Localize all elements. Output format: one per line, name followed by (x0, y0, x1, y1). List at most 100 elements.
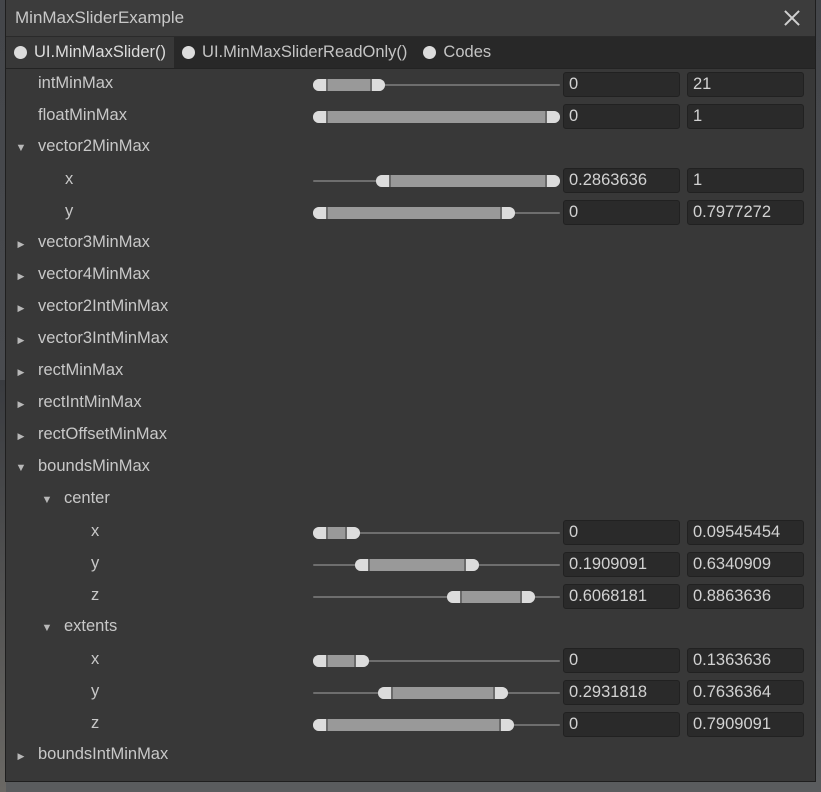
property-label[interactable]: rectMinMax (38, 361, 123, 380)
property-label[interactable]: extents (64, 617, 117, 636)
property-label[interactable]: rectOffsetMinMax (38, 425, 167, 444)
property-label[interactable]: vector2MinMax (38, 137, 150, 156)
minmax-slider[interactable] (313, 204, 560, 222)
minmax-slider[interactable] (313, 76, 560, 94)
property-row-vector2IntMinMax: ▶ vector2IntMinMax (6, 293, 815, 323)
slider-range-handle[interactable] (313, 527, 361, 539)
property-row-center-z: z 0.6068181 0.8863636 (6, 582, 815, 612)
property-row-floatMinMax: floatMinMax 0 1 (6, 102, 815, 132)
max-value-field[interactable]: 1 (687, 104, 804, 129)
property-label: y (91, 554, 100, 572)
minmax-slider[interactable] (313, 588, 560, 606)
property-label: intMinMax (38, 74, 114, 92)
max-value-field[interactable]: 0.7909091 (687, 712, 804, 737)
property-row-extents-x: x 0 0.1363636 (6, 646, 815, 676)
min-value-field[interactable]: 0 (563, 200, 680, 225)
min-value-field[interactable]: 0 (563, 104, 680, 129)
property-row-vector2-x: x 0.2863636 1 (6, 166, 815, 196)
minmax-slider[interactable] (313, 684, 560, 702)
min-value-field[interactable]: 0 (563, 72, 680, 97)
max-value-field[interactable]: 0.8863636 (687, 584, 804, 609)
foldout-collapsed-icon[interactable]: ▶ (14, 269, 28, 283)
close-icon[interactable] (779, 5, 805, 31)
foldout-expanded-icon[interactable]: ▼ (40, 493, 54, 507)
tab-label: UI.MinMaxSliderReadOnly() (202, 43, 408, 61)
property-label: x (91, 522, 100, 540)
property-label[interactable]: boundsIntMinMax (38, 745, 168, 764)
radio-icon (182, 46, 196, 59)
property-row-vector2MinMax: ▼ vector2MinMax (6, 133, 815, 163)
property-label[interactable]: vector4MinMax (38, 265, 150, 284)
min-value-field[interactable]: 0.1909091 (563, 552, 680, 577)
property-row-extents-y: y 0.2931818 0.7636364 (6, 678, 815, 708)
minmax-slider[interactable] (313, 524, 560, 542)
property-label[interactable]: vector3MinMax (38, 233, 150, 252)
foldout-expanded-icon[interactable]: ▼ (14, 461, 28, 475)
min-value-field[interactable]: 0.2863636 (563, 168, 680, 193)
property-row-center-y: y 0.1909091 0.6340909 (6, 550, 815, 580)
min-value-field[interactable]: 0 (563, 520, 680, 545)
slider-range-handle[interactable] (313, 655, 370, 667)
tab-label: UI.MinMaxSlider() (34, 43, 167, 61)
tab-codes[interactable]: Codes (415, 37, 499, 68)
property-label: x (65, 170, 74, 188)
foldout-collapsed-icon[interactable]: ▶ (14, 237, 28, 251)
tab-label: Codes (443, 43, 492, 61)
foldout-expanded-icon[interactable]: ▼ (40, 621, 54, 635)
property-row-extents-z: z 0 0.7909091 (6, 710, 815, 740)
minmax-slider[interactable] (313, 652, 560, 670)
slider-range-handle[interactable] (377, 687, 508, 699)
minmax-slider[interactable] (313, 556, 560, 574)
radio-icon (14, 46, 27, 59)
slider-range-handle[interactable] (355, 559, 480, 571)
max-value-field[interactable]: 21 (687, 72, 804, 97)
property-label[interactable]: vector3IntMinMax (38, 329, 168, 348)
slider-range-handle[interactable] (313, 207, 516, 219)
property-label: y (91, 682, 100, 700)
max-value-field[interactable]: 1 (687, 168, 804, 193)
property-label[interactable]: boundsMinMax (38, 457, 150, 476)
max-value-field[interactable]: 0.1363636 (687, 648, 804, 673)
minmax-slider[interactable] (313, 716, 560, 734)
minmax-slider[interactable] (313, 108, 560, 126)
foldout-collapsed-icon[interactable]: ▶ (14, 333, 28, 347)
slider-range-handle[interactable] (313, 719, 514, 731)
foldout-collapsed-icon[interactable]: ▶ (14, 397, 28, 411)
min-value-field[interactable]: 0.6068181 (563, 584, 680, 609)
max-value-field[interactable]: 0.09545454 (687, 520, 804, 545)
property-row-rectMinMax: ▶ rectMinMax (6, 357, 815, 387)
slider-range-handle[interactable] (313, 79, 386, 91)
property-label[interactable]: center (64, 489, 110, 508)
property-row-boundsIntMinMax: ▶ boundsIntMinMax (6, 741, 815, 771)
min-value-field[interactable]: 0 (563, 648, 680, 673)
tab-minmaxslider-readonly[interactable]: UI.MinMaxSliderReadOnly() (174, 37, 415, 68)
property-label[interactable]: vector2IntMinMax (38, 297, 168, 316)
foldout-expanded-icon[interactable]: ▼ (14, 141, 28, 155)
property-row-vector4MinMax: ▶ vector4MinMax (6, 261, 815, 291)
max-value-field[interactable]: 0.7977272 (687, 200, 804, 225)
property-label: z (91, 714, 100, 732)
property-label: y (65, 202, 74, 220)
property-label[interactable]: rectIntMinMax (38, 393, 142, 412)
max-value-field[interactable]: 0.6340909 (687, 552, 804, 577)
max-value-field[interactable]: 0.7636364 (687, 680, 804, 705)
foldout-collapsed-icon[interactable]: ▶ (14, 365, 28, 379)
property-row-extents: ▼ extents (6, 613, 815, 643)
property-row-vector3IntMinMax: ▶ vector3IntMinMax (6, 325, 815, 355)
minmax-slider[interactable] (313, 172, 560, 190)
slider-range-handle[interactable] (313, 111, 560, 123)
property-row-rectIntMinMax: ▶ rectIntMinMax (6, 389, 815, 419)
min-value-field[interactable]: 0 (563, 712, 680, 737)
property-row-rectOffsetMinMax: ▶ rectOffsetMinMax (6, 421, 815, 451)
foldout-collapsed-icon[interactable]: ▶ (14, 749, 28, 763)
slider-range-handle[interactable] (376, 175, 560, 187)
foldout-collapsed-icon[interactable]: ▶ (14, 301, 28, 315)
title-bar[interactable]: MinMaxSliderExample (6, 0, 815, 37)
tab-minmaxslider[interactable]: UI.MinMaxSlider() (6, 37, 175, 68)
property-row-center: ▼ center (6, 485, 815, 515)
min-value-field[interactable]: 0.2931818 (563, 680, 680, 705)
foldout-collapsed-icon[interactable]: ▶ (14, 429, 28, 443)
slider-range-handle[interactable] (447, 591, 535, 603)
property-row-boundsMinMax: ▼ boundsMinMax (6, 453, 815, 483)
property-label: floatMinMax (38, 106, 127, 124)
